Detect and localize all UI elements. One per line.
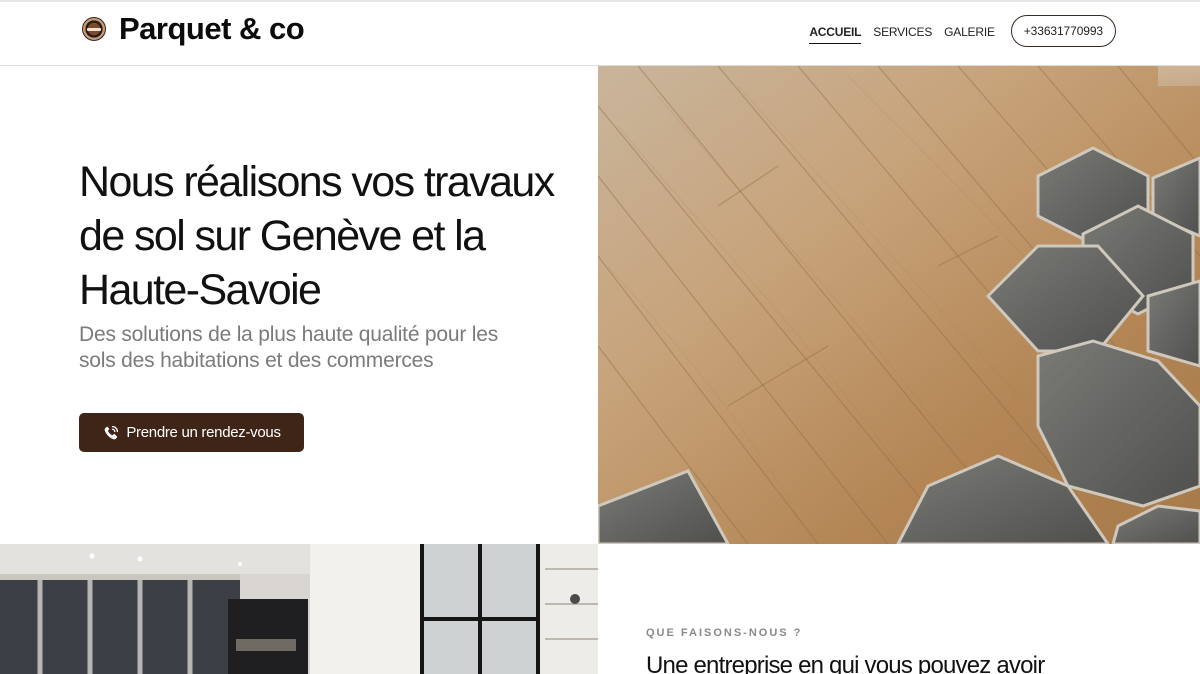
hero-title-line: de sol sur Genève et la bbox=[79, 212, 486, 260]
nav-item-accueil[interactable]: ACCUEIL bbox=[809, 19, 861, 44]
nav-item-galerie[interactable]: GALERIE bbox=[944, 19, 995, 44]
hero-subtitle-line: sols des habitations et des commerces bbox=[79, 349, 434, 372]
parquet-logo-icon bbox=[82, 17, 106, 41]
nav-item-services[interactable]: SERVICES bbox=[873, 19, 932, 44]
interior-image bbox=[0, 544, 598, 674]
section-eyebrow: QUE FAISONS-NOUS ? bbox=[646, 627, 803, 639]
hero-subtitle: Des solutions de la plus haute qualité p… bbox=[79, 322, 559, 374]
hero-floor-image bbox=[598, 66, 1200, 544]
hero-title: Nous réalisons vos travaux de sol sur Ge… bbox=[79, 155, 579, 317]
section-title: Une entreprise en qui vous pouvez avoir bbox=[646, 652, 1045, 674]
main-nav: ACCUEIL SERVICES GALERIE +33631770993 bbox=[809, 15, 1116, 47]
wood-floor-hexagon-tiles-photo bbox=[598, 66, 1200, 544]
site-header: Parquet & co ACCUEIL SERVICES GALERIE +3… bbox=[0, 0, 1200, 66]
phone-icon bbox=[104, 425, 119, 439]
hero-subtitle-line: Des solutions de la plus haute qualité p… bbox=[79, 323, 499, 346]
interior-kitchen-photo bbox=[0, 544, 598, 674]
brand-logo[interactable]: Parquet & co bbox=[82, 11, 305, 47]
hero-title-line: Haute-Savoie bbox=[79, 266, 322, 314]
hero-title-line: Nous réalisons vos travaux bbox=[79, 158, 555, 206]
brand-name: Parquet & co bbox=[119, 11, 305, 46]
phone-button[interactable]: +33631770993 bbox=[1010, 15, 1116, 47]
appointment-button-label: Prendre un rendez-vous bbox=[126, 424, 281, 441]
appointment-button[interactable]: Prendre un rendez-vous bbox=[79, 413, 304, 452]
